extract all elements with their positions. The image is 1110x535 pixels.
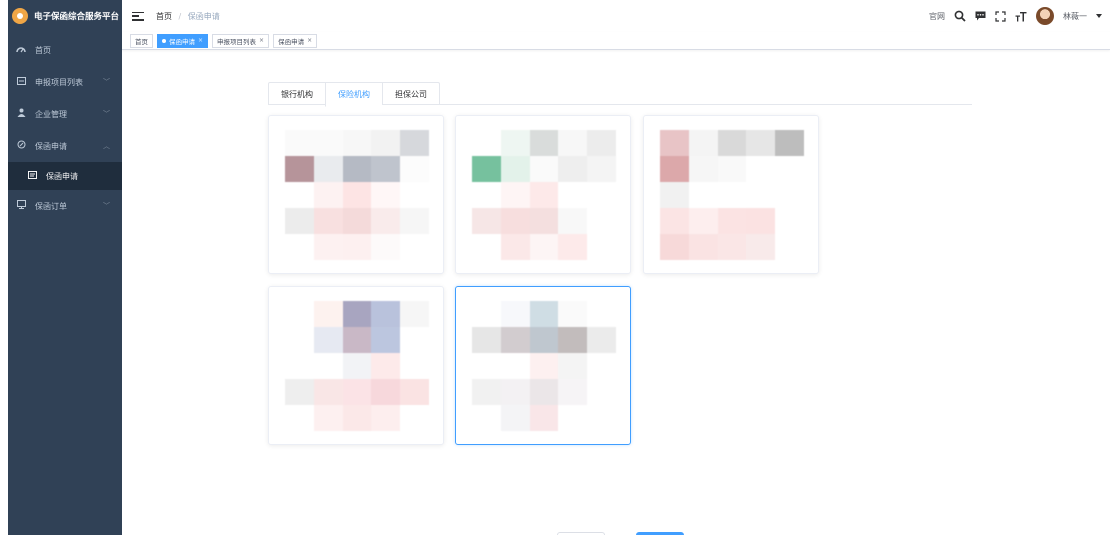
tag-guarantee-apply-active[interactable]: 保函申请 ×: [157, 33, 209, 48]
institution-card[interactable]: [268, 286, 444, 445]
tag-guarantee-apply[interactable]: 保函申请 ×: [273, 33, 318, 48]
institution-logo-image: [660, 130, 804, 260]
close-icon[interactable]: ×: [307, 37, 312, 44]
tab-guarantee-company[interactable]: 担保公司: [382, 83, 439, 105]
sidebar: 电子保函综合服务平台 首页 申报项目列表 ﹀ 企业管理 ﹀ 保函申请 ︿ 保函申…: [8, 0, 122, 535]
navbar: 首页 / 保函申请 官网 林薇一: [122, 0, 1110, 32]
tag-label: 申报项目列表: [217, 37, 257, 46]
institution-card[interactable]: [268, 115, 444, 274]
institution-card[interactable]: [643, 115, 819, 274]
sidebar-item-guarantee[interactable]: 保函申请 ︿: [8, 130, 122, 162]
guarantee-icon: [15, 140, 27, 152]
close-icon[interactable]: ×: [259, 37, 264, 44]
logo-icon: [12, 8, 28, 24]
institution-logo-image: [472, 130, 616, 260]
order-icon: [15, 200, 27, 212]
institution-logo-image: [285, 130, 429, 260]
navbar-right: 官网 林薇一: [929, 0, 1102, 32]
sidebar-item-project-list[interactable]: 申报项目列表 ﹀: [8, 66, 122, 98]
user-name[interactable]: 林薇一: [1063, 11, 1087, 22]
sidebar-item-label: 保函申请: [35, 141, 67, 151]
chevron-down-icon: ﹀: [103, 110, 110, 118]
form-icon: [26, 170, 38, 182]
list-icon: [15, 76, 27, 88]
chevron-down-icon: ﹀: [103, 78, 110, 86]
breadcrumb-current: 保函申请: [187, 11, 220, 21]
institution-card[interactable]: [455, 115, 631, 274]
tag-label: 首页: [135, 37, 148, 46]
message-icon[interactable]: [975, 11, 986, 21]
user-icon: [15, 108, 27, 120]
sidebar-item-label: 保函申请: [46, 171, 78, 181]
tag-project-list[interactable]: 申报项目列表 ×: [212, 33, 270, 48]
sidebar-item-enterprise[interactable]: 企业管理 ﹀: [8, 98, 122, 130]
tag-label: 保函申请: [278, 37, 305, 46]
avatar[interactable]: [1036, 7, 1054, 25]
hamburger-icon[interactable]: [132, 11, 144, 21]
search-icon[interactable]: [954, 10, 966, 22]
chevron-up-icon: ︿: [103, 142, 110, 150]
site-link[interactable]: 官网: [929, 11, 945, 22]
sidebar-item-home[interactable]: 首页: [8, 34, 122, 66]
sidebar-item-label: 企业管理: [35, 109, 67, 119]
tab-bank[interactable]: 银行机构: [269, 83, 325, 105]
institution-logo-image: [472, 301, 616, 431]
active-dot-icon: [162, 38, 166, 43]
institution-logo-image: [285, 301, 429, 431]
app-root: 电子保函综合服务平台 首页 申报项目列表 ﹀ 企业管理 ﹀ 保函申请 ︿ 保函申…: [0, 0, 1110, 535]
breadcrumb-home[interactable]: 首页: [156, 12, 172, 21]
caret-down-icon[interactable]: [1096, 14, 1102, 18]
logo[interactable]: 电子保函综合服务平台: [8, 0, 122, 32]
institution-card-selected[interactable]: [455, 286, 631, 445]
tags-view: 首页 保函申请 × 申报项目列表 × 保函申请 ×: [122, 32, 1110, 50]
tag-home[interactable]: 首页: [130, 33, 153, 48]
sidebar-subitem-guarantee-apply[interactable]: 保函申请: [8, 162, 122, 190]
app-title: 电子保函综合服务平台: [34, 12, 120, 22]
tag-label: 保函申请: [169, 37, 195, 46]
sidebar-item-label: 申报项目列表: [35, 77, 83, 87]
chevron-down-icon: ﹀: [103, 202, 110, 210]
sidebar-item-orders[interactable]: 保函订单 ﹀: [8, 190, 122, 222]
font-size-icon[interactable]: [1015, 11, 1027, 22]
dashboard-icon: [15, 45, 27, 56]
breadcrumb-separator: /: [178, 11, 182, 21]
sidebar-item-label: 首页: [35, 45, 51, 55]
close-icon[interactable]: ×: [198, 37, 203, 44]
breadcrumb: 首页 / 保函申请: [156, 11, 220, 22]
sidebar-item-label: 保函订单: [35, 201, 67, 211]
institution-tabs: 银行机构 保险机构 担保公司: [268, 82, 972, 107]
fullscreen-icon[interactable]: [995, 10, 1006, 22]
tab-insurance[interactable]: 保险机构: [325, 83, 382, 107]
